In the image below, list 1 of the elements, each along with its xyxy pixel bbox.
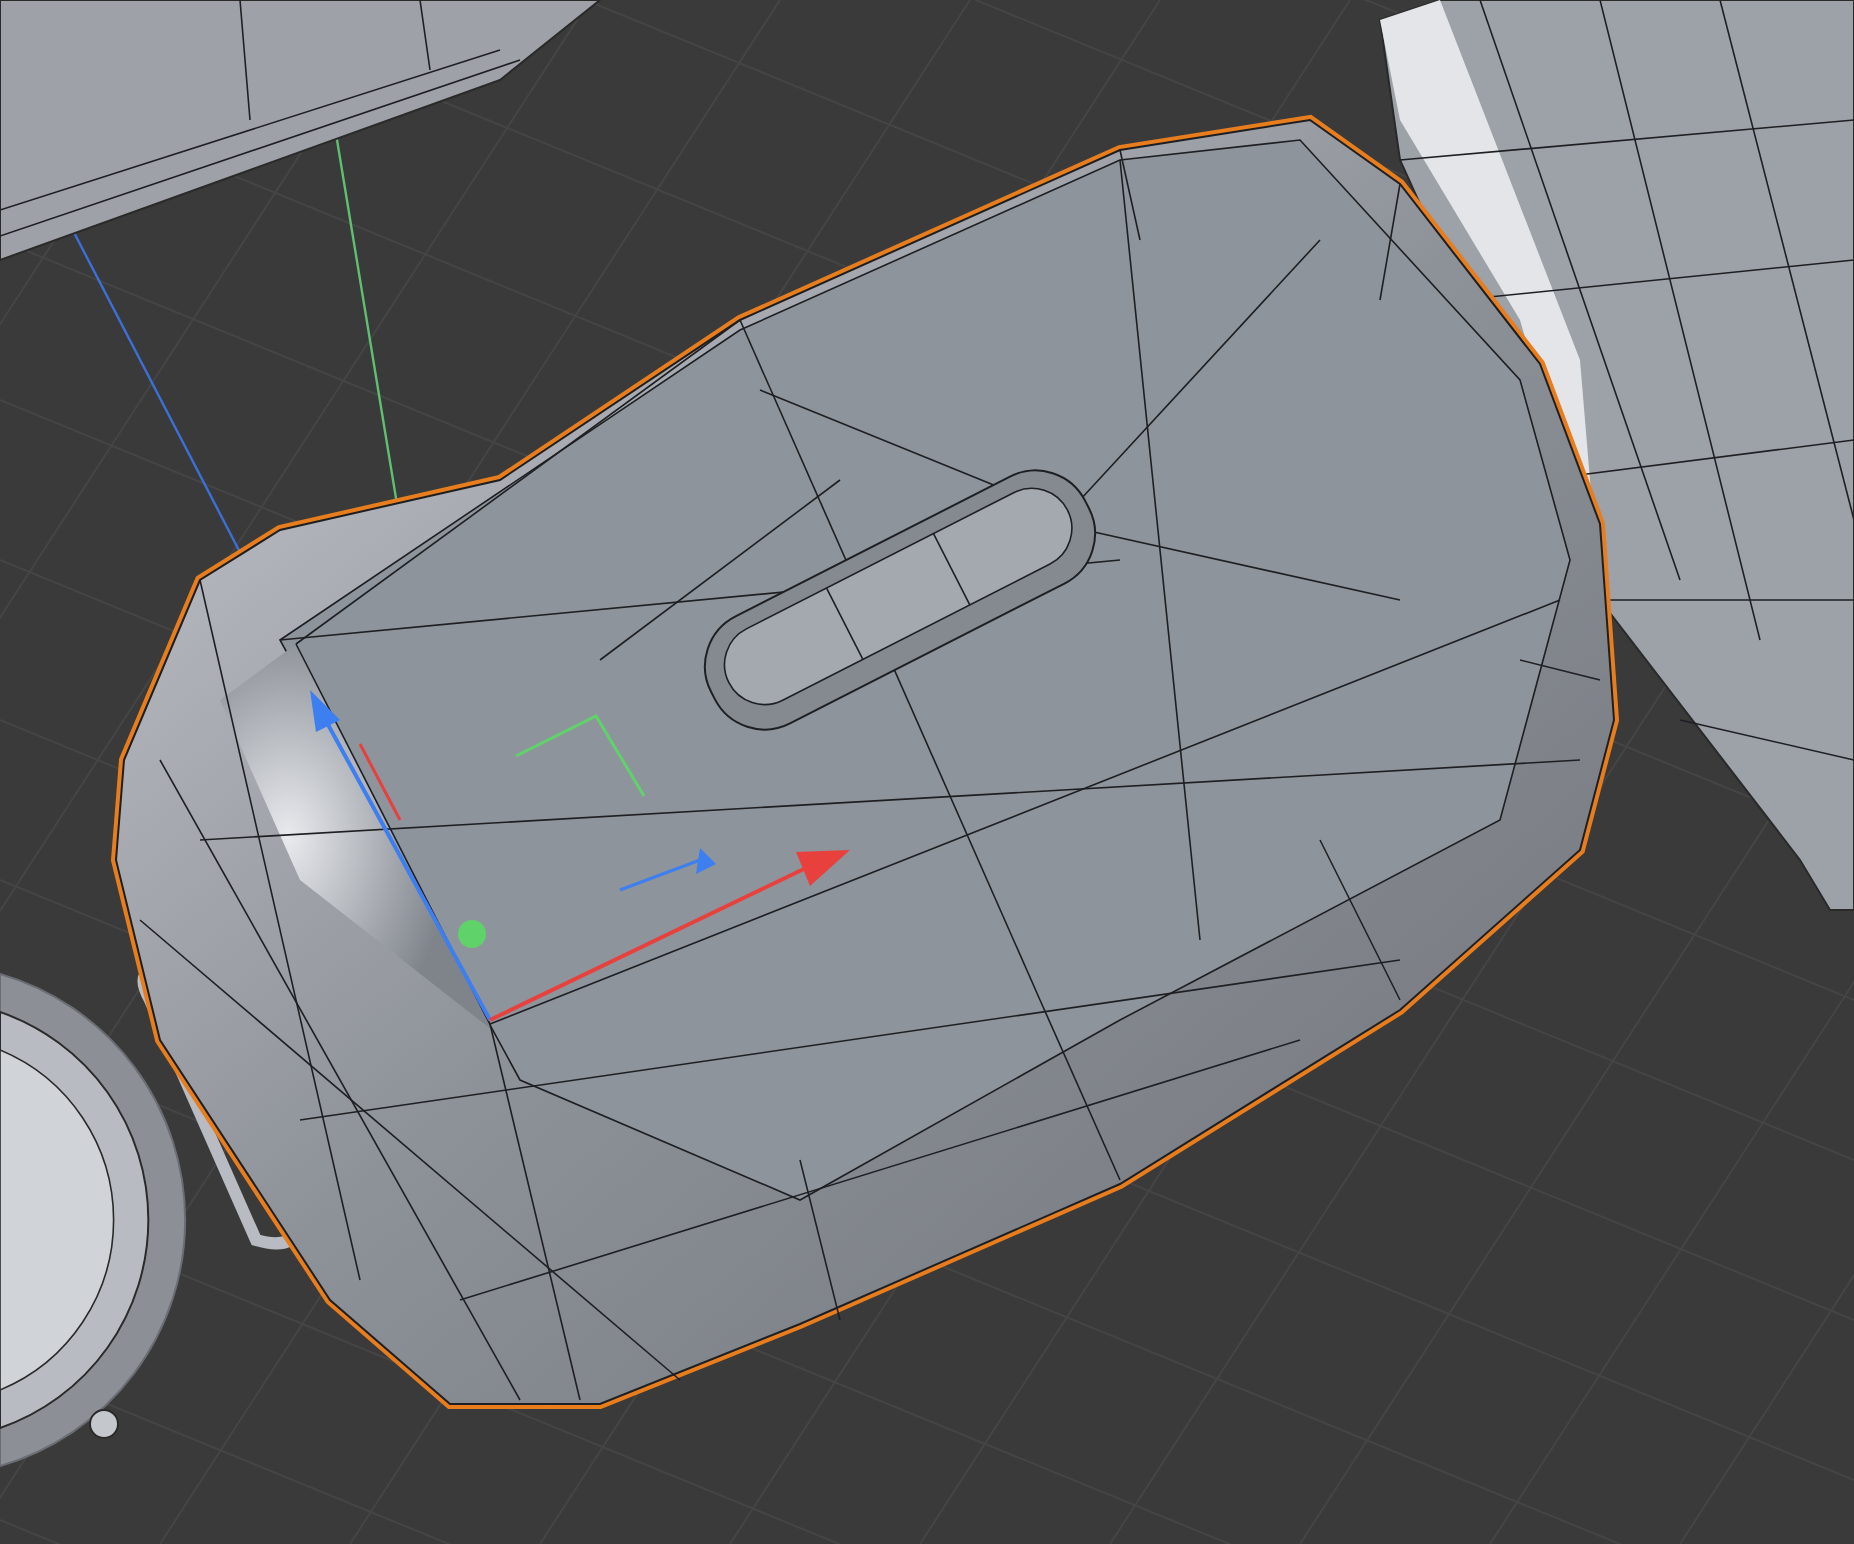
mesh-objects-drawing[interactable] — [0, 0, 1854, 1467]
